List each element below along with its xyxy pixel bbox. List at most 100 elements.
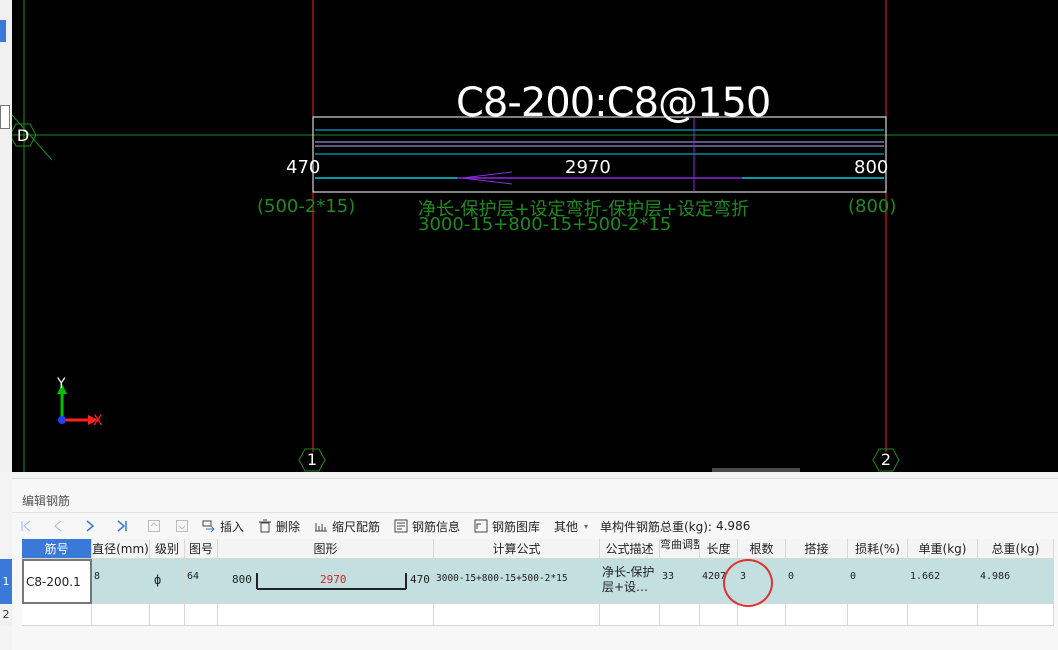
insert-label: 插入: [220, 519, 245, 534]
header-count[interactable]: 根数: [738, 539, 786, 559]
delete-label: 删除: [276, 519, 301, 534]
grade-value: ф: [154, 573, 162, 587]
cell-shape-no[interactable]: 64: [185, 559, 218, 604]
loss-value: 0: [850, 571, 857, 582]
other-label: 其他: [554, 519, 579, 534]
table-row-2-cell[interactable]: [660, 604, 700, 626]
move-down-icon[interactable]: [174, 515, 190, 537]
table-row-2-cell[interactable]: [600, 604, 660, 626]
dimension-right: 800: [854, 157, 889, 178]
ucs-x-label: X: [93, 413, 103, 429]
header-diameter[interactable]: 直径(mm): [92, 539, 150, 559]
highlight-circle-annotation: [723, 559, 773, 607]
table-row-2-cell[interactable]: [786, 604, 848, 626]
scale-rebar-button[interactable]: 缩尺配筋: [314, 515, 380, 537]
row-number-2[interactable]: 2: [0, 604, 12, 626]
header-unit-weight[interactable]: 单重(kg): [908, 539, 978, 559]
cell-formula[interactable]: 3000-15+800-15+500-2*15: [434, 559, 600, 604]
ruler-icon: [314, 519, 328, 533]
header-loss[interactable]: 损耗(%): [848, 539, 908, 559]
cell-total-weight[interactable]: 4.986: [978, 559, 1054, 604]
header-bar-no[interactable]: 筋号: [22, 539, 92, 559]
note-left: (500-2*15): [257, 196, 356, 217]
horizontal-scrollbar[interactable]: [712, 468, 800, 472]
rebar-table: 筋号 直径(mm) 级别 图号 图形 计算公式 公式描述 弯曲调整 长度 根数 …: [12, 539, 1058, 650]
dimension-left: 470: [286, 157, 321, 178]
active-tab-marker: [0, 20, 6, 42]
table-row-2-cell[interactable]: [185, 604, 218, 626]
cell-formula-desc[interactable]: 净长-保护层+设…: [600, 559, 660, 604]
unit-weight-value: 1.662: [910, 571, 941, 582]
note-formula: 3000-15+800-15+500-2*15: [418, 214, 672, 235]
header-bend-adjust[interactable]: 弯曲调整: [660, 539, 700, 559]
rebar-label: C8-200:C8@150: [456, 80, 771, 126]
cell-lap[interactable]: 0: [786, 559, 848, 604]
move-up-icon[interactable]: [146, 515, 162, 537]
header-shape-no[interactable]: 图号: [185, 539, 218, 559]
cell-bend-adjust[interactable]: 33: [660, 559, 700, 604]
bend-adjust-value: 33: [662, 571, 675, 582]
side-panel-box[interactable]: [0, 105, 10, 129]
total-weight-label: 单构件钢筋总重(kg):: [600, 519, 712, 534]
header-formula[interactable]: 计算公式: [434, 539, 600, 559]
insert-button[interactable]: 插入: [202, 515, 244, 537]
delete-button[interactable]: 删除: [258, 515, 300, 537]
shape-mid-dim: 2970: [320, 573, 347, 586]
table-row-2-cell[interactable]: [908, 604, 978, 626]
rebar-info-label: 钢筋信息: [412, 519, 461, 534]
header-length[interactable]: 长度: [700, 539, 738, 559]
rebar-library-button[interactable]: 钢筋图库: [474, 515, 540, 537]
cell-loss[interactable]: 0: [848, 559, 908, 604]
next-icon[interactable]: [82, 515, 98, 537]
library-icon: [474, 519, 488, 533]
header-lap[interactable]: 搭接: [786, 539, 848, 559]
info-list-icon: [394, 519, 408, 533]
diameter-value: 8: [94, 571, 101, 582]
cell-bar-no[interactable]: C8-200.1: [22, 559, 92, 604]
lap-value: 0: [788, 571, 795, 582]
panel-title: 编辑钢筋: [22, 494, 71, 508]
table-row-2-cell[interactable]: [978, 604, 1054, 626]
rebar-library-label: 钢筋图库: [492, 519, 541, 534]
formula-desc-value: 净长-保护层+设…: [602, 565, 655, 594]
prev-icon[interactable]: [50, 515, 66, 537]
table-row-2-cell[interactable]: [150, 604, 185, 626]
axis-bubble-2: 2: [880, 450, 892, 469]
table-row-2-cell[interactable]: [700, 604, 738, 626]
table-row-2-cell[interactable]: [434, 604, 600, 626]
chevron-down-icon: ▾: [584, 521, 589, 531]
formula-value: 3000-15+800-15+500-2*15: [436, 573, 568, 584]
row-number-1[interactable]: 1: [0, 559, 12, 604]
insert-icon: [202, 519, 216, 533]
cell-grade[interactable]: ф: [150, 559, 185, 604]
table-row-2-cell[interactable]: [848, 604, 908, 626]
table-row-2-cell[interactable]: [218, 604, 434, 626]
header-formula-desc[interactable]: 公式描述: [600, 539, 660, 559]
other-dropdown[interactable]: 其他 ▾: [554, 515, 588, 537]
axis-bubble-1: 1: [306, 450, 318, 469]
first-icon[interactable]: [18, 515, 34, 537]
last-icon[interactable]: [114, 515, 130, 537]
total-weight-cell-value: 4.986: [980, 571, 1011, 582]
ucs-y-label: Y: [57, 376, 66, 392]
edit-rebar-panel: 编辑钢筋 插入 删除 缩尺配筋 钢筋信息 钢筋图库 其他 ▾ 单构件钢筋总重(k…: [0, 478, 1058, 650]
table-row-2-cell[interactable]: [22, 604, 92, 626]
header-shape[interactable]: 图形: [218, 539, 434, 559]
axis-bubble-d: D: [16, 126, 30, 145]
shape-left-dim: 800: [232, 573, 252, 586]
table-row-2-cell[interactable]: [738, 604, 786, 626]
shape-right-dim: 470: [410, 573, 430, 586]
cad-viewport[interactable]: C8-200:C8@150 470 2970 800 (500-2*15) (8…: [12, 0, 1058, 472]
note-right: (800): [848, 196, 897, 217]
table-row-2-cell[interactable]: [92, 604, 150, 626]
rebar-info-button[interactable]: 钢筋信息: [394, 515, 460, 537]
cell-diameter[interactable]: 8: [92, 559, 150, 604]
cell-unit-weight[interactable]: 1.662: [908, 559, 978, 604]
toolbar: 插入 删除 缩尺配筋 钢筋信息 钢筋图库 其他 ▾ 单构件钢筋总重(kg): 4…: [12, 515, 1058, 537]
total-weight-value: 4.986: [715, 519, 751, 533]
cell-shape[interactable]: 800 2970 470: [218, 559, 434, 604]
header-grade[interactable]: 级别: [150, 539, 185, 559]
trash-icon: [258, 519, 272, 533]
bar-no-value: C8-200.1: [26, 575, 81, 589]
header-total-weight[interactable]: 总重(kg): [978, 539, 1054, 559]
